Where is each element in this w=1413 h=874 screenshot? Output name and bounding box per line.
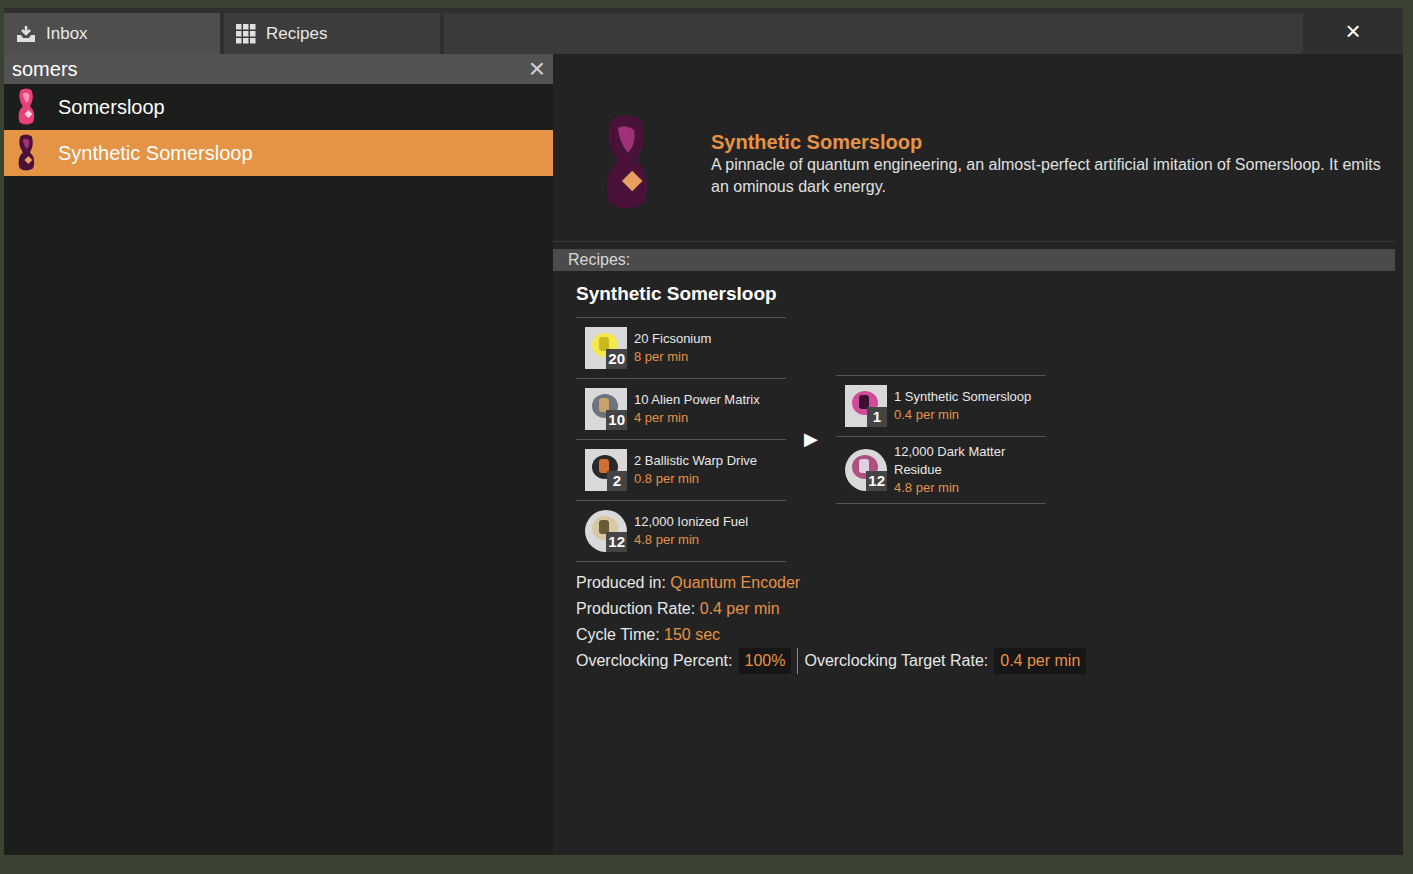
item-icon: 10 [585, 388, 627, 430]
tab-label: Recipes [266, 21, 327, 47]
content: somers×SomersloopSynthetic SomersloopSyn… [4, 54, 1403, 855]
result-label: Synthetic Somersloop [58, 138, 253, 168]
item-title: Synthetic Somersloop [711, 130, 1391, 154]
recipe-arrow: ▶ [786, 426, 836, 453]
tab-label: Inbox [46, 21, 88, 47]
detail-line: Cycle Time: 150 sec [576, 622, 1395, 648]
synthetic-somersloop-icon [595, 98, 657, 228]
item-count-badge: 2 [607, 471, 627, 491]
item-count-badge: 12 [606, 532, 627, 552]
ingredient-rate: 4 per min [634, 409, 760, 427]
ingredient-row[interactable]: 20 20 Ficsonium8 per min [576, 318, 786, 379]
ingredient-name: 2 Ballistic Warp Drive [634, 452, 757, 470]
item-icon: 20 [585, 327, 627, 369]
search-clear-button[interactable]: × [529, 55, 545, 83]
synthetic-somersloop-icon [14, 133, 38, 173]
product-row[interactable]: 12 12,000 Dark Matter Residue4.8 per min [836, 437, 1046, 504]
ingredient-name: 10 Alien Power Matrix [634, 391, 760, 409]
item-count-badge: 1 [867, 407, 887, 427]
ingredient-row[interactable]: 10 10 Alien Power Matrix4 per min [576, 379, 786, 440]
item-count-badge: 20 [606, 349, 627, 369]
item-count-badge: 12 [866, 471, 887, 491]
ingredient-rate: 8 per min [634, 348, 711, 366]
recipe: Synthetic Somersloop 20 20 Ficsonium8 per … [553, 271, 1395, 674]
item-icon: 1 [845, 385, 887, 427]
ingredient-name: 20 Ficsonium [634, 330, 711, 348]
recipe-details: Produced in: Quantum EncoderProduction R… [576, 570, 1395, 674]
item-count-badge: 10 [606, 410, 627, 430]
overclock-value[interactable]: 0.4 per min [994, 648, 1086, 674]
tab[interactable]: Inbox [4, 13, 220, 54]
products: 1 1 Synthetic Somersloop0.4 per min 12 12,0… [836, 375, 1046, 504]
overclock-line: Overclocking Percent:100%Overclocking Ta… [576, 648, 1395, 674]
game-screen: InboxRecipes×somers×SomersloopSynthetic … [0, 0, 1413, 874]
ingredient-row[interactable]: 2 2 Ballistic Warp Drive0.8 per min [576, 440, 786, 501]
search-value: somers [12, 54, 529, 84]
close-button[interactable]: × [1303, 8, 1403, 54]
item-header: Synthetic SomersloopA pinnacle of quantu… [553, 54, 1395, 242]
grid-icon [236, 24, 256, 44]
result-label: Somersloop [58, 92, 165, 122]
item-icon: 2 [585, 449, 627, 491]
product-name: 1 Synthetic Somersloop [894, 388, 1031, 406]
product-rate: 0.4 per min [894, 406, 1031, 424]
item-description: A pinnacle of quantum engineering, an al… [711, 154, 1391, 198]
item-icon: 12 [845, 449, 887, 491]
ingredient-rate: 0.8 per min [634, 470, 757, 488]
overclock-value[interactable]: 100% [739, 648, 792, 674]
item-icon: 12 [585, 510, 627, 552]
detail-line: Produced in: Quantum Encoder [576, 570, 1395, 596]
search-panel: somers× Somersloop Synthetic Somersloop [4, 54, 553, 855]
result-item[interactable]: Somersloop [4, 84, 553, 130]
detail-panel: Synthetic SomersloopA pinnacle of quantu… [553, 54, 1403, 855]
recipe-name: Synthetic Somersloop [576, 280, 786, 318]
tab[interactable]: Recipes [224, 13, 440, 54]
search-field[interactable]: somers× [4, 54, 553, 84]
inbox-icon [16, 25, 36, 43]
ingredients: 20 20 Ficsonium8 per min 10 10 Alien Power … [576, 318, 786, 562]
ingredient-name: 12,000 Ionized Fuel [634, 513, 748, 531]
tab-bar: Inbox Recipes × [4, 8, 1403, 54]
result-item[interactable]: Synthetic Somersloop [4, 130, 553, 176]
product-name: 12,000 Dark Matter Residue [894, 443, 1046, 479]
recipes-header: Recipes: [553, 249, 1395, 271]
ingredient-row[interactable]: 12 12,000 Ionized Fuel4.8 per min [576, 501, 786, 562]
codex-window: InboxRecipes×somers×SomersloopSynthetic … [4, 8, 1403, 855]
ingredient-rate: 4.8 per min [634, 531, 748, 549]
detail-line: Production Rate: 0.4 per min [576, 596, 1395, 622]
product-row[interactable]: 1 1 Synthetic Somersloop0.4 per min [836, 376, 1046, 437]
somersloop-icon [14, 87, 38, 127]
tab-bar-fill [444, 13, 1303, 54]
product-rate: 4.8 per min [894, 479, 1046, 497]
